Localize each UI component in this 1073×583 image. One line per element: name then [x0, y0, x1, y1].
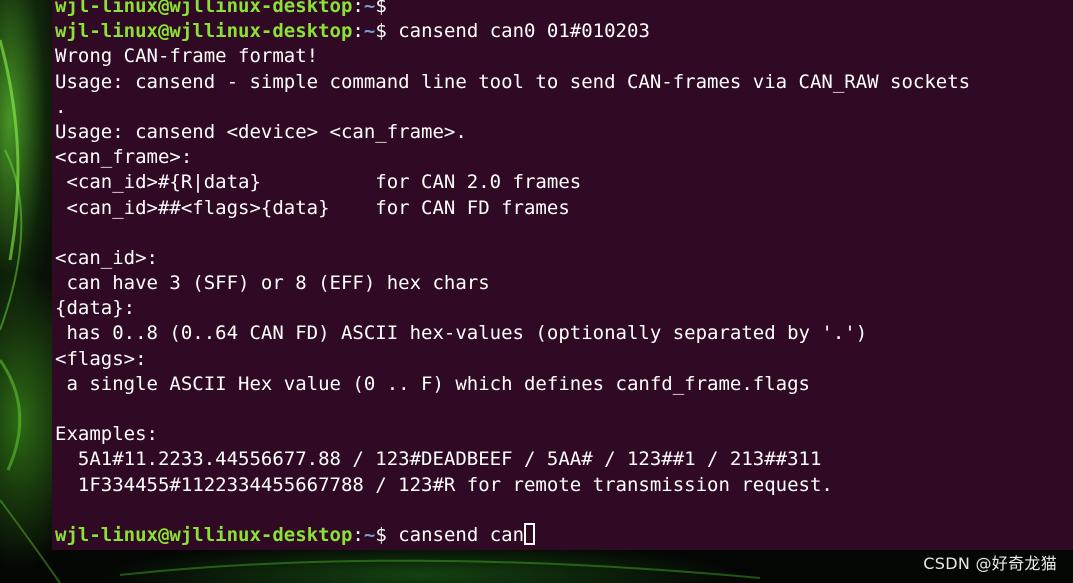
output-line: <can_id>:: [55, 246, 158, 269]
prompt-separator: :: [352, 0, 364, 17]
prompt-symbol: $: [375, 20, 387, 43]
prompt-line: wjl-linux@wjllinux-desktop:~$ cansend ca…: [55, 19, 970, 44]
output-line: .: [55, 95, 67, 118]
text-cursor: [524, 522, 536, 545]
prompt-user: wjl-linux@wjllinux-desktop: [55, 523, 353, 546]
prompt-separator: :: [352, 20, 364, 43]
output-line: Wrong CAN-frame format!: [55, 45, 319, 68]
prompt-path: ~: [363, 20, 376, 43]
output-line: 5A1#11.2233.44556677.88 / 123#DEADBEEF /…: [55, 448, 822, 471]
output-line: {data}:: [55, 297, 136, 320]
output-line: <can_id>##<flags>{data} for CAN FD frame…: [55, 196, 570, 219]
prompt-user: wjl-linux@wjllinux-desktop: [55, 0, 353, 17]
prompt-line: wjl-linux@wjllinux-desktop:~$: [55, 0, 970, 19]
prompt-path: ~: [363, 0, 376, 17]
output-line: Usage: cansend - simple command line too…: [55, 70, 971, 93]
watermark: CSDN @好奇龙猫: [923, 554, 1057, 573]
prompt-symbol: $: [375, 0, 387, 17]
output-line: <can_frame>:: [55, 146, 193, 169]
output-line: can have 3 (SFF) or 8 (EFF) hex chars: [55, 272, 490, 295]
prompt-separator: :: [352, 523, 364, 546]
output-line: Examples:: [55, 423, 158, 446]
prompt-path: ~: [363, 523, 376, 546]
output-line: <can_id>#{R|data} for CAN 2.0 frames: [55, 171, 582, 194]
output-line: Usage: cansend <device> <can_frame>.: [55, 120, 467, 143]
terminal-window[interactable]: wjl-linux@wjllinux-desktop:~$ wjl-linux@w…: [52, 0, 1073, 550]
prompt-user: wjl-linux@wjllinux-desktop: [55, 20, 353, 43]
output-line: has 0..8 (0..64 CAN FD) ASCII hex-values…: [55, 322, 868, 345]
output-line: a single ASCII Hex value (0 .. F) which …: [55, 372, 810, 395]
terminal-output: wjl-linux@wjllinux-desktop:~$ wjl-linux@w…: [55, 0, 970, 548]
output-line: <flags>:: [55, 347, 147, 370]
prompt-symbol: $: [375, 523, 387, 546]
command-text: cansend can0 01#010203: [386, 20, 650, 43]
prompt-line: wjl-linux@wjllinux-desktop:~$ cansend ca…: [55, 522, 970, 548]
command-text: cansend can: [386, 523, 525, 546]
screen: wjl-linux@wjllinux-desktop:~$ wjl-linux@w…: [0, 0, 1073, 583]
output-line: 1F334455#1122334455667788 / 123#R for re…: [55, 473, 833, 496]
